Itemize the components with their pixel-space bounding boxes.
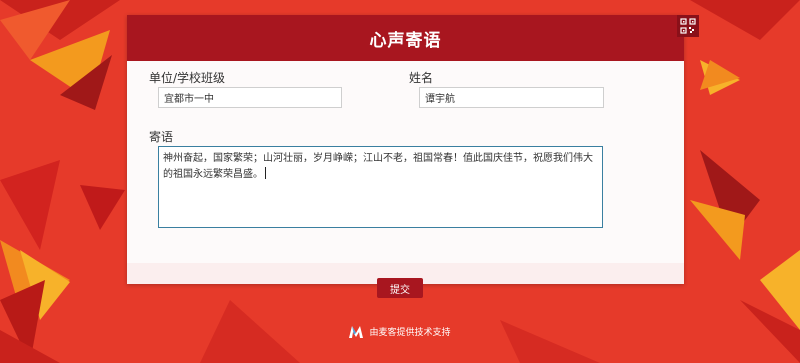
unit-input[interactable] — [158, 87, 342, 108]
message-textarea[interactable]: 神州奋起，国家繁荣；山河壮丽，岁月峥嵘；江山不老，祖国常春！值此国庆佳节，祝愿我… — [158, 146, 603, 228]
name-input[interactable] — [419, 87, 604, 108]
submit-button[interactable]: 提交 — [377, 278, 423, 298]
text-caret — [265, 167, 266, 179]
unit-label: 单位/学校班级 — [149, 71, 226, 85]
powered-by-text[interactable]: 由麦客提供技术支持 — [369, 325, 450, 338]
maike-logo-icon — [349, 325, 364, 338]
name-label: 姓名 — [409, 71, 434, 85]
message-label: 寄语 — [149, 130, 174, 144]
form-card: 心声寄语 单位/学校班级 姓名 寄语 神州奋起，国家繁荣；山河壮丽，岁月峥嵘；江… — [127, 15, 699, 284]
message-text: 神州奋起，国家繁荣；山河壮丽，岁月峥嵘；江山不老，祖国常春！值此国庆佳节，祝愿我… — [163, 153, 593, 180]
qr-code-icon[interactable] — [677, 15, 699, 37]
form-title: 心声寄语 — [369, 30, 442, 51]
powered-by-footer: 由麦客提供技术支持 — [0, 325, 800, 338]
form-header: 心声寄语 — [127, 15, 684, 61]
